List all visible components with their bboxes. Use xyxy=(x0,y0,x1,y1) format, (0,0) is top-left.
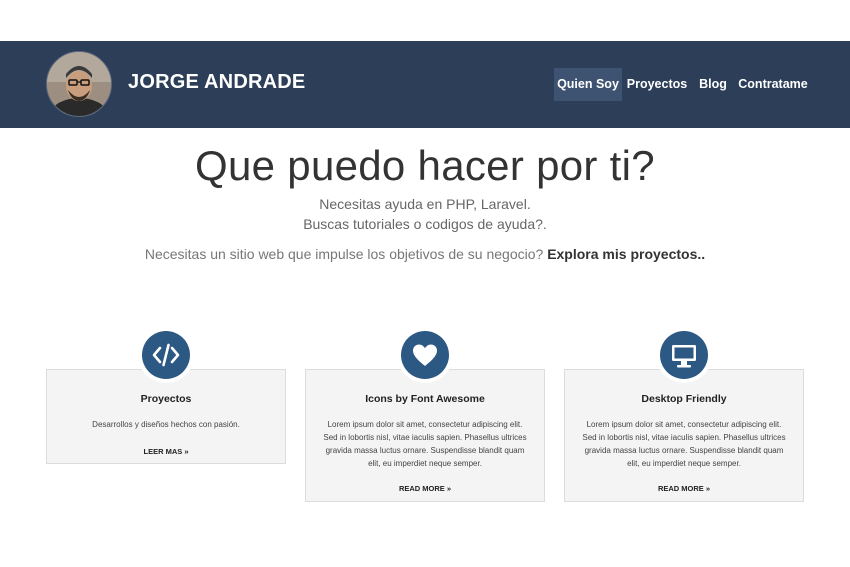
hero-line-2: Buscas tutoriales o codigos de ayuda?. xyxy=(303,216,547,232)
code-icon xyxy=(142,331,190,379)
read-more-link[interactable]: READ MORE » xyxy=(565,484,803,493)
card-title: Proyectos xyxy=(140,393,192,405)
card-title: Desktop Friendly xyxy=(641,393,727,405)
leer-mas-link[interactable]: LEER MAS » xyxy=(47,447,285,456)
nav-item-contratame[interactable]: Contratame xyxy=(736,68,810,101)
nav-item-quien-soy[interactable]: Quien Soy xyxy=(554,68,622,101)
hero-cta-text: Necesitas un sitio web que impulse los o… xyxy=(144,246,548,262)
brand-name[interactable]: JORGE ANDRADE xyxy=(128,71,305,94)
hero-line-1: Necesitas ayuda en PHP, Laravel. xyxy=(319,196,531,212)
card-title: Icons by Font Awesome xyxy=(365,393,485,405)
top-navbar: JORGE ANDRADE Quien Soy Proyectos Blog C… xyxy=(0,41,850,128)
avatar[interactable] xyxy=(46,51,112,117)
read-more-link[interactable]: READ MORE » xyxy=(306,484,544,493)
feature-card-desktop-friendly: Desktop Friendly Lorem ipsum dolor sit a… xyxy=(564,369,804,502)
profile-photo xyxy=(47,52,111,116)
desktop-icon xyxy=(660,331,708,379)
hero-title: Que puedo hacer por ti? xyxy=(195,142,655,189)
nav-item-blog[interactable]: Blog xyxy=(694,68,732,101)
heart-icon xyxy=(401,331,449,379)
feature-card-proyectos: Proyectos Desarrollos y diseños hechos c… xyxy=(46,369,286,464)
feature-card-font-awesome: Icons by Font Awesome Lorem ipsum dolor … xyxy=(305,369,545,502)
card-text: Lorem ipsum dolor sit amet, consectetur … xyxy=(323,420,527,468)
card-text: Desarrollos y diseños hechos con pasión. xyxy=(92,420,240,429)
card-text: Lorem ipsum dolor sit amet, consectetur … xyxy=(582,420,786,468)
nav-item-proyectos[interactable]: Proyectos xyxy=(624,68,690,101)
explore-projects-link[interactable]: Explora mis proyectos.. xyxy=(547,246,705,262)
hero-cta: Necesitas un sitio web que impulse los o… xyxy=(0,246,850,262)
